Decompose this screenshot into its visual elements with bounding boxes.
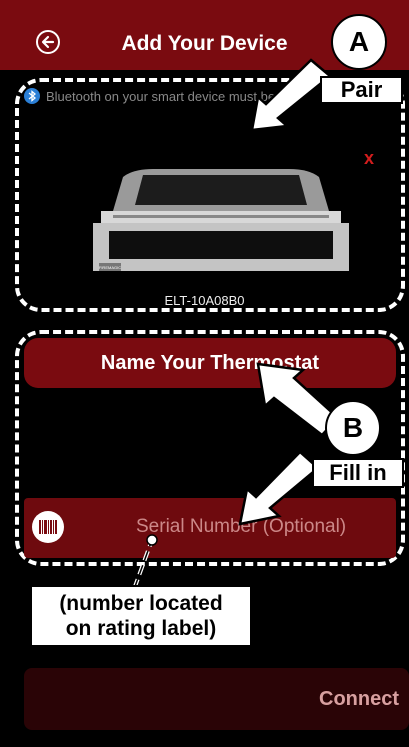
- annotation-a-circle: A: [331, 14, 387, 70]
- note-line-2: on rating label): [65, 617, 217, 640]
- serial-location-note: (number located on rating label): [30, 585, 252, 647]
- arrow-a: [250, 58, 332, 132]
- note-line-1: (number located: [59, 592, 223, 615]
- arrow-b-down: [238, 450, 320, 526]
- note-leader-dot: [146, 534, 158, 546]
- annotation-pair-label: Pair: [320, 76, 403, 104]
- annotation-fill-in-label: Fill in: [312, 458, 404, 488]
- annotation-b-circle: B: [325, 400, 381, 456]
